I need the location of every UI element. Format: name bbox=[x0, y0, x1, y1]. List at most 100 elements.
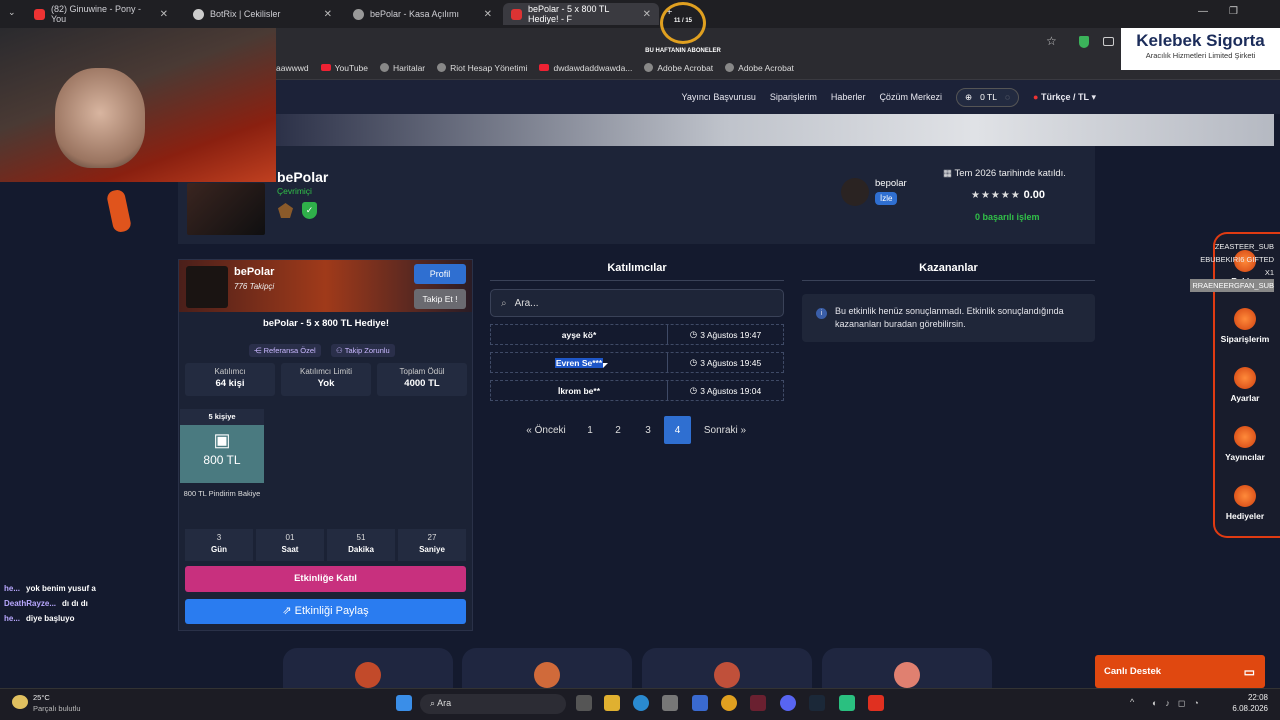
pagination-next[interactable]: Sonraki » bbox=[700, 416, 750, 444]
pagination-page[interactable]: 1 bbox=[580, 416, 600, 444]
winners-info: i Bu etkinlik henüz sonuçlanmadı. Etkinli… bbox=[802, 294, 1095, 342]
app-icon[interactable] bbox=[839, 695, 855, 711]
divider bbox=[802, 280, 1095, 281]
edge-icon[interactable] bbox=[633, 695, 649, 711]
stat-participants: Katılımcı 64 kişi bbox=[185, 363, 275, 396]
close-icon[interactable]: ✕ bbox=[643, 9, 651, 20]
outlook-icon[interactable] bbox=[692, 695, 708, 711]
tray-chevron-icon[interactable]: ^ bbox=[1130, 697, 1134, 707]
close-icon[interactable]: ✕ bbox=[484, 9, 492, 20]
promo-card[interactable] bbox=[462, 648, 632, 690]
countdown-minutes: 51 Dakika bbox=[327, 529, 395, 561]
store-icon[interactable] bbox=[662, 695, 678, 711]
prize-description: 800 TL Pindirim Bakiye bbox=[183, 489, 261, 498]
nav-help-center[interactable]: Çözüm Merkezi bbox=[879, 92, 942, 102]
close-icon[interactable]: ✕ bbox=[324, 9, 332, 20]
online-status: Çevrimiçi bbox=[277, 186, 312, 196]
tab-botrix[interactable]: BotRix | Cekilisler ✕ bbox=[185, 3, 340, 25]
promo-card[interactable] bbox=[822, 648, 992, 690]
tab-event[interactable]: bePolar - 5 x 800 TL Hediye! - F ✕ bbox=[503, 3, 659, 25]
participant-search-input[interactable]: ⌕ Ara... bbox=[490, 289, 784, 317]
stat-limit: Katılımcı Limiti Yok bbox=[281, 363, 371, 396]
sidebar-item-gifts[interactable]: Hediyeler bbox=[1216, 485, 1274, 521]
bookmark[interactable]: dwdawdaddwawda... bbox=[539, 63, 632, 73]
nav-orders[interactable]: Siparişlerim bbox=[770, 92, 817, 102]
watch-button[interactable]: İzle bbox=[875, 192, 898, 205]
bookmark[interactable]: Adobe Acrobat bbox=[644, 63, 713, 73]
bookmark[interactable]: Adobe Acrobat bbox=[725, 63, 794, 73]
youtube-icon bbox=[539, 64, 550, 71]
prize-count: 5 kişiye bbox=[180, 409, 264, 425]
sidebar-item-orders[interactable]: Siparişlerim bbox=[1216, 308, 1274, 344]
eye-off-icon[interactable]: ◌ bbox=[1005, 92, 1010, 102]
sub-ticker: ZEASTEER_SUB EBUBEKIRI6 GIFTED X1 RRAENE… bbox=[1190, 240, 1274, 292]
clock-icon: ◷ bbox=[689, 357, 698, 367]
globe-icon bbox=[437, 63, 447, 72]
balance-pill[interactable]: ⊕ 0 TL ◌ bbox=[955, 87, 1019, 107]
globe-icon bbox=[353, 8, 364, 20]
steam-icon[interactable] bbox=[809, 695, 825, 711]
discord-icon[interactable] bbox=[780, 695, 796, 711]
tab-list-chevron-icon[interactable]: ⌄ bbox=[8, 7, 16, 18]
profile-button[interactable]: Profil bbox=[414, 264, 466, 284]
windows-start-icon[interactable] bbox=[396, 695, 412, 711]
clock-date: 6.08.2026 bbox=[1232, 704, 1268, 713]
sponsor-banner: Kelebek Sigorta Aracılık Hizmetleri Limi… bbox=[1121, 28, 1280, 70]
streamer-face bbox=[55, 68, 145, 168]
bookmark[interactable]: YouTube bbox=[320, 63, 368, 73]
follow-button[interactable]: Takip Et ! bbox=[414, 289, 466, 309]
weather-icon[interactable] bbox=[12, 695, 28, 709]
task-view-icon[interactable] bbox=[576, 695, 592, 711]
participant-row: ayşe kö* ◷ 3 Ağustos 19:47 bbox=[490, 324, 784, 345]
bookmark[interactable]: Riot Hesap Yönetimi bbox=[437, 63, 527, 73]
nav-streamer-apply[interactable]: Yayıncı Başvurusu bbox=[682, 92, 756, 102]
minimize-icon[interactable]: — bbox=[1198, 6, 1208, 17]
clock-time: 22:08 bbox=[1247, 693, 1268, 702]
pagination-page-current[interactable]: 4 bbox=[664, 416, 691, 444]
weather-desc: Parçalı bulutlu bbox=[33, 704, 81, 713]
bookmark[interactable]: Haritalar bbox=[380, 63, 425, 73]
taskbar-search[interactable]: ⌕ Ara bbox=[420, 694, 566, 714]
sidebar-item-settings[interactable]: Ayarlar bbox=[1216, 367, 1274, 403]
profile-card bbox=[178, 146, 1095, 244]
search-icon: ⌕ bbox=[430, 698, 436, 708]
live-support-button[interactable]: Canlı Destek ▭ bbox=[1095, 655, 1265, 688]
prize-card[interactable]: ▣ 800 TL bbox=[180, 425, 264, 483]
rating: ★★★★★ 0.00 bbox=[971, 189, 1046, 201]
maximize-icon[interactable]: ❐ bbox=[1229, 6, 1238, 17]
tray-icons[interactable]: ◐♪◻◔ bbox=[1152, 698, 1207, 709]
promo-card[interactable] bbox=[642, 648, 812, 690]
bepolar-icon bbox=[511, 8, 522, 20]
promo-card[interactable] bbox=[283, 648, 453, 690]
sidebar-item-streamers[interactable]: Yayıncılar bbox=[1216, 426, 1274, 462]
nav-news[interactable]: Haberler bbox=[831, 92, 866, 102]
rocket-icon bbox=[534, 662, 560, 688]
share-icon: ⋲ bbox=[254, 346, 262, 355]
share-event-button[interactable]: ⇗ Etkinliği Paylaş bbox=[185, 599, 466, 624]
youtube-icon bbox=[320, 64, 331, 71]
pagination-page[interactable]: 2 bbox=[608, 416, 628, 444]
bookmark-star-icon[interactable]: ☆ bbox=[1046, 34, 1057, 48]
pagination-prev[interactable]: « Önceki bbox=[521, 416, 571, 444]
chat-message: DeathRayze... dı dı dı bbox=[4, 599, 88, 608]
countdown-days: 3 Gün bbox=[185, 529, 253, 561]
file-explorer-icon[interactable] bbox=[604, 695, 620, 711]
brave-icon[interactable] bbox=[868, 695, 884, 711]
pagination-page[interactable]: 3 bbox=[638, 416, 658, 444]
profile-name: bePolar bbox=[277, 169, 329, 185]
browser-tab-bar: ⌄ (82) Ginuwine - Pony - You ✕ BotRix | C… bbox=[0, 0, 1280, 28]
tab-youtube[interactable]: (82) Ginuwine - Pony - You ✕ bbox=[26, 3, 176, 25]
verified-shield-icon: ✓ bbox=[302, 202, 317, 219]
bookmark[interactable]: aawwwd bbox=[276, 63, 309, 73]
gear-icon bbox=[1234, 367, 1256, 389]
close-icon[interactable]: ✕ bbox=[160, 9, 168, 20]
profile-handle: bepolar bbox=[875, 178, 907, 189]
app-icon[interactable] bbox=[750, 695, 766, 711]
extension-icon[interactable] bbox=[1103, 37, 1114, 46]
language-selector[interactable]: ● Türkçe / TL ▾ bbox=[1033, 92, 1096, 103]
join-event-button[interactable]: Etkinliğe Katıl bbox=[185, 566, 466, 592]
sub-goal-label: BU HAFTANIN ABONELER bbox=[645, 48, 721, 54]
shield-extension-icon[interactable] bbox=[1079, 36, 1089, 48]
chrome-icon[interactable] bbox=[721, 695, 737, 711]
tab-kasa[interactable]: bePolar - Kasa Açılımı ✕ bbox=[345, 3, 500, 25]
